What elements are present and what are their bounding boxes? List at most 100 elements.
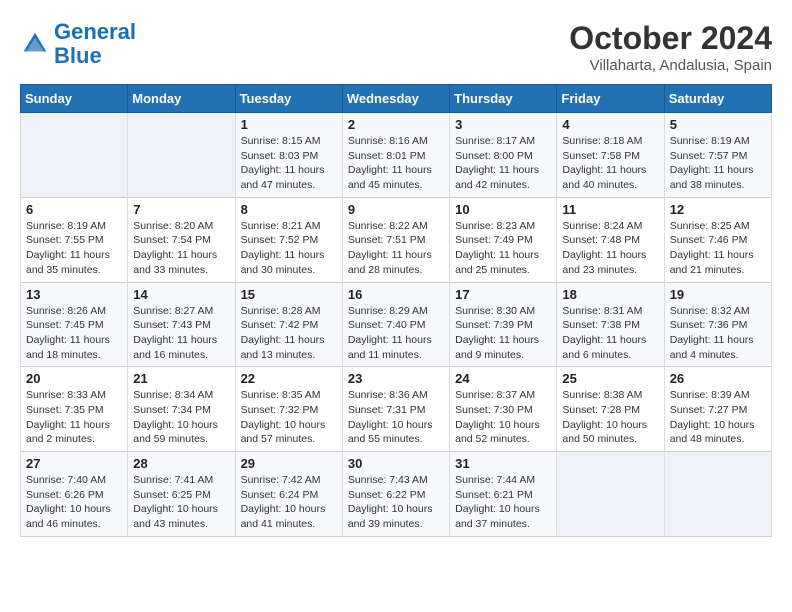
calendar-cell: 15Sunrise: 8:28 AMSunset: 7:42 PMDayligh…	[235, 282, 342, 367]
day-number: 15	[241, 287, 337, 302]
day-number: 14	[133, 287, 229, 302]
calendar-cell: 4Sunrise: 8:18 AMSunset: 7:58 PMDaylight…	[557, 113, 664, 198]
day-info: Sunrise: 8:33 AMSunset: 7:35 PMDaylight:…	[26, 388, 122, 447]
day-number: 23	[348, 371, 444, 386]
day-number: 8	[241, 202, 337, 217]
day-number: 12	[670, 202, 766, 217]
calendar-cell: 24Sunrise: 8:37 AMSunset: 7:30 PMDayligh…	[450, 367, 557, 452]
day-info: Sunrise: 7:40 AMSunset: 6:26 PMDaylight:…	[26, 473, 122, 532]
calendar-cell: 31 Sunrise: 7:44 AMSunset: 6:21 PMDayligh…	[450, 452, 557, 537]
day-number: 11	[562, 202, 658, 217]
calendar-cell: 29 Sunrise: 7:42 AMSunset: 6:24 PMDayligh…	[235, 452, 342, 537]
calendar-cell: 9 Sunrise: 8:22 AMSunset: 7:51 PMDaylight…	[342, 197, 449, 282]
calendar-cell: 22 Sunrise: 8:35 AMSunset: 7:32 PMDayligh…	[235, 367, 342, 452]
day-number: 13	[26, 287, 122, 302]
calendar-cell: 1 Sunrise: 8:15 AMSunset: 8:03 PMDaylight…	[235, 113, 342, 198]
day-info: Sunrise: 8:20 AMSunset: 7:54 PMDaylight:…	[133, 219, 229, 278]
header-cell-wednesday: Wednesday	[342, 85, 449, 113]
week-row: 6 Sunrise: 8:19 AMSunset: 7:55 PMDaylight…	[21, 197, 772, 282]
day-info: Sunrise: 8:19 AMSunset: 7:55 PMDaylight:…	[26, 219, 122, 278]
calendar-cell: 25Sunrise: 8:38 AMSunset: 7:28 PMDayligh…	[557, 367, 664, 452]
day-number: 2	[348, 117, 444, 132]
calendar-cell: 11 Sunrise: 8:24 AMSunset: 7:48 PMDayligh…	[557, 197, 664, 282]
day-number: 27	[26, 456, 122, 471]
day-number: 25	[562, 371, 658, 386]
day-number: 17	[455, 287, 551, 302]
day-info: Sunrise: 8:21 AMSunset: 7:52 PMDaylight:…	[241, 219, 337, 278]
calendar-cell: 17 Sunrise: 8:30 AMSunset: 7:39 PMDayligh…	[450, 282, 557, 367]
calendar-cell: 5Sunrise: 8:19 AMSunset: 7:57 PMDaylight…	[664, 113, 771, 198]
day-number: 29	[241, 456, 337, 471]
day-info: Sunrise: 7:44 AMSunset: 6:21 PMDaylight:…	[455, 473, 551, 532]
header-cell-sunday: Sunday	[21, 85, 128, 113]
calendar-cell: 3 Sunrise: 8:17 AMSunset: 8:00 PMDaylight…	[450, 113, 557, 198]
calendar-cell: 28 Sunrise: 7:41 AMSunset: 6:25 PMDayligh…	[128, 452, 235, 537]
logo-line2: Blue	[54, 43, 102, 68]
header-cell-tuesday: Tuesday	[235, 85, 342, 113]
day-number: 16	[348, 287, 444, 302]
day-info: Sunrise: 8:29 AMSunset: 7:40 PMDaylight:…	[348, 304, 444, 363]
day-info: Sunrise: 7:43 AMSunset: 6:22 PMDaylight:…	[348, 473, 444, 532]
day-number: 28	[133, 456, 229, 471]
week-row: 27 Sunrise: 7:40 AMSunset: 6:26 PMDayligh…	[21, 452, 772, 537]
day-number: 6	[26, 202, 122, 217]
day-info: Sunrise: 8:31 AMSunset: 7:38 PMDaylight:…	[562, 304, 658, 363]
calendar-table: SundayMondayTuesdayWednesdayThursdayFrid…	[20, 84, 772, 537]
day-info: Sunrise: 8:16 AMSunset: 8:01 PMDaylight:…	[348, 134, 444, 193]
calendar-cell: 14 Sunrise: 8:27 AMSunset: 7:43 PMDayligh…	[128, 282, 235, 367]
calendar-cell: 2 Sunrise: 8:16 AMSunset: 8:01 PMDaylight…	[342, 113, 449, 198]
week-row: 13 Sunrise: 8:26 AMSunset: 7:45 PMDayligh…	[21, 282, 772, 367]
location: Villaharta, Andalusia, Spain	[569, 57, 772, 74]
calendar-cell: 18Sunrise: 8:31 AMSunset: 7:38 PMDayligh…	[557, 282, 664, 367]
day-info: Sunrise: 7:42 AMSunset: 6:24 PMDaylight:…	[241, 473, 337, 532]
calendar-cell: 27 Sunrise: 7:40 AMSunset: 6:26 PMDayligh…	[21, 452, 128, 537]
day-number: 19	[670, 287, 766, 302]
day-info: Sunrise: 8:15 AMSunset: 8:03 PMDaylight:…	[241, 134, 337, 193]
day-info: Sunrise: 8:36 AMSunset: 7:31 PMDaylight:…	[348, 388, 444, 447]
day-info: Sunrise: 8:27 AMSunset: 7:43 PMDaylight:…	[133, 304, 229, 363]
calendar-cell: 20Sunrise: 8:33 AMSunset: 7:35 PMDayligh…	[21, 367, 128, 452]
header-row: SundayMondayTuesdayWednesdayThursdayFrid…	[21, 85, 772, 113]
calendar-cell: 26Sunrise: 8:39 AMSunset: 7:27 PMDayligh…	[664, 367, 771, 452]
day-number: 31	[455, 456, 551, 471]
day-info: Sunrise: 7:41 AMSunset: 6:25 PMDaylight:…	[133, 473, 229, 532]
logo-text: General Blue	[54, 20, 136, 68]
day-info: Sunrise: 8:35 AMSunset: 7:32 PMDaylight:…	[241, 388, 337, 447]
calendar-cell: 8 Sunrise: 8:21 AMSunset: 7:52 PMDaylight…	[235, 197, 342, 282]
calendar-cell: 10Sunrise: 8:23 AMSunset: 7:49 PMDayligh…	[450, 197, 557, 282]
page-header: General Blue October 2024 Villaharta, An…	[20, 20, 772, 74]
calendar-cell: 16 Sunrise: 8:29 AMSunset: 7:40 PMDayligh…	[342, 282, 449, 367]
day-number: 22	[241, 371, 337, 386]
day-info: Sunrise: 8:19 AMSunset: 7:57 PMDaylight:…	[670, 134, 766, 193]
header-cell-saturday: Saturday	[664, 85, 771, 113]
logo: General Blue	[20, 20, 136, 68]
day-number: 24	[455, 371, 551, 386]
calendar-cell	[557, 452, 664, 537]
day-info: Sunrise: 8:24 AMSunset: 7:48 PMDaylight:…	[562, 219, 658, 278]
day-number: 30	[348, 456, 444, 471]
calendar-cell	[128, 113, 235, 198]
calendar-cell: 7Sunrise: 8:20 AMSunset: 7:54 PMDaylight…	[128, 197, 235, 282]
day-info: Sunrise: 8:17 AMSunset: 8:00 PMDaylight:…	[455, 134, 551, 193]
calendar-cell: 19Sunrise: 8:32 AMSunset: 7:36 PMDayligh…	[664, 282, 771, 367]
day-info: Sunrise: 8:34 AMSunset: 7:34 PMDaylight:…	[133, 388, 229, 447]
day-number: 9	[348, 202, 444, 217]
logo-line1: General	[54, 19, 136, 44]
day-number: 10	[455, 202, 551, 217]
calendar-cell: 21Sunrise: 8:34 AMSunset: 7:34 PMDayligh…	[128, 367, 235, 452]
day-number: 3	[455, 117, 551, 132]
day-info: Sunrise: 8:30 AMSunset: 7:39 PMDaylight:…	[455, 304, 551, 363]
calendar-cell: 23 Sunrise: 8:36 AMSunset: 7:31 PMDayligh…	[342, 367, 449, 452]
week-row: 1 Sunrise: 8:15 AMSunset: 8:03 PMDaylight…	[21, 113, 772, 198]
calendar-cell	[664, 452, 771, 537]
day-info: Sunrise: 8:22 AMSunset: 7:51 PMDaylight:…	[348, 219, 444, 278]
calendar-body: 1 Sunrise: 8:15 AMSunset: 8:03 PMDaylight…	[21, 113, 772, 537]
week-row: 20Sunrise: 8:33 AMSunset: 7:35 PMDayligh…	[21, 367, 772, 452]
calendar-cell: 6 Sunrise: 8:19 AMSunset: 7:55 PMDaylight…	[21, 197, 128, 282]
day-number: 1	[241, 117, 337, 132]
day-info: Sunrise: 8:39 AMSunset: 7:27 PMDaylight:…	[670, 388, 766, 447]
day-info: Sunrise: 8:26 AMSunset: 7:45 PMDaylight:…	[26, 304, 122, 363]
day-info: Sunrise: 8:18 AMSunset: 7:58 PMDaylight:…	[562, 134, 658, 193]
header-cell-thursday: Thursday	[450, 85, 557, 113]
day-info: Sunrise: 8:25 AMSunset: 7:46 PMDaylight:…	[670, 219, 766, 278]
